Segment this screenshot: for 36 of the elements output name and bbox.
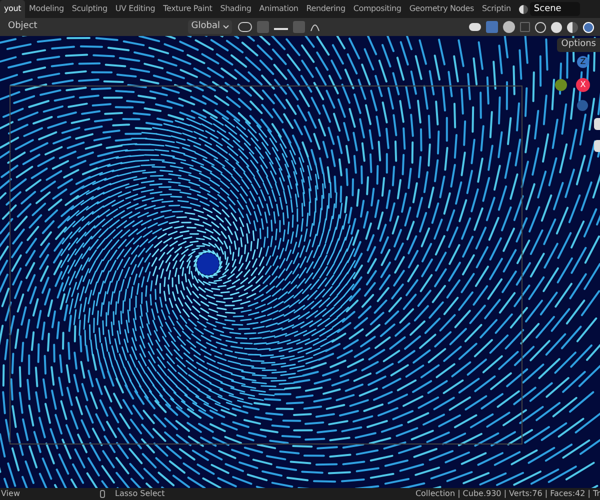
visibility-icon[interactable] <box>469 23 481 31</box>
solid-shading-icon[interactable] <box>551 22 562 32</box>
workspace-tab[interactable]: Compositing <box>349 0 406 18</box>
workspace-tab[interactable]: Scriptin <box>478 0 515 18</box>
scene-icon[interactable] <box>518 4 528 14</box>
wireframe-shading-icon[interactable] <box>535 22 546 32</box>
status-hint: Lasso Select <box>115 488 165 500</box>
mouse-icon <box>100 490 105 498</box>
center-dot-icon <box>197 253 219 275</box>
falloff-curve-icon[interactable] <box>310 22 320 32</box>
workspace-tab[interactable]: yout <box>0 0 26 18</box>
y-axis-handle-icon[interactable] <box>555 79 567 91</box>
z-axis-handle[interactable]: Z <box>577 56 589 68</box>
scene-statistics: Collection | Cube.930 | Verts:76 | Faces:42 | Tr <box>415 488 600 500</box>
negative-z-handle-icon[interactable] <box>577 100 588 111</box>
workspace-tab[interactable]: Modeling <box>25 0 68 18</box>
viewport[interactable]: Options Z X <box>0 36 600 488</box>
orientation-dropdown[interactable]: Global <box>188 20 232 34</box>
object-mode-menu[interactable]: Object <box>6 20 40 34</box>
workspace-tab[interactable]: UV Editing <box>111 0 160 18</box>
workspace-tab[interactable]: Geometry Nodes <box>405 0 478 18</box>
scene-field[interactable]: Scene <box>530 2 580 16</box>
link-icon[interactable] <box>238 22 252 32</box>
x-axis-handle[interactable]: X <box>576 78 590 92</box>
workspace-tab[interactable]: Texture Paint <box>159 0 216 18</box>
status-hint: View <box>0 488 21 500</box>
gizmo-toggle-icon[interactable] <box>486 21 498 33</box>
options-button[interactable]: Options <box>557 38 600 52</box>
workspace-tab[interactable]: Animation <box>255 0 302 18</box>
workspace-tab[interactable]: Shading <box>216 0 256 18</box>
workspace-tab[interactable]: Sculpting <box>68 0 112 18</box>
rendered-shading-icon[interactable] <box>583 22 594 32</box>
material-shading-icon[interactable] <box>567 22 578 32</box>
workspace-tab[interactable]: Rendering <box>302 0 350 18</box>
overlay-icon[interactable] <box>503 21 515 33</box>
caret-icon <box>223 25 230 29</box>
